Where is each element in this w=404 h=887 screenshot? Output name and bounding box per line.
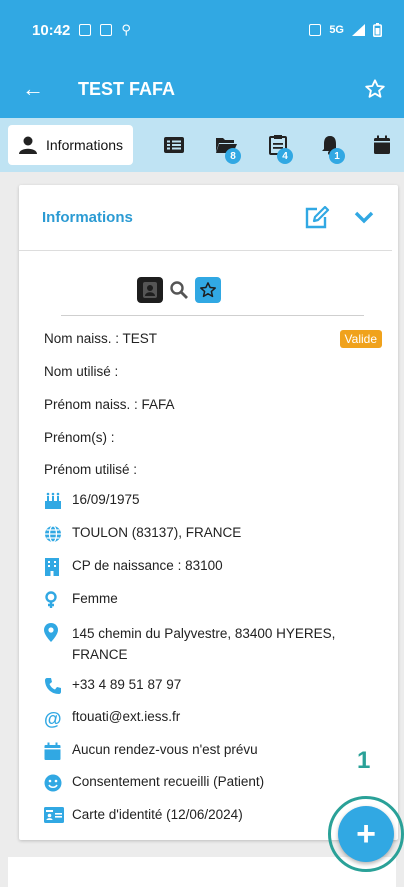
volte-icon	[309, 24, 322, 36]
detail-address: 145 chemin du Palyvestre, 83400 HYERES, …	[44, 623, 335, 665]
birthday-cake-icon	[45, 492, 61, 509]
field-nom-naissance: Nom naiss. : TEST	[44, 331, 157, 346]
tab-list[interactable]	[153, 125, 195, 165]
list-card-icon	[164, 137, 185, 153]
field-prenom-naissance-text: Prénom naiss. : FAFA	[44, 397, 175, 412]
field-prenoms: Prénom(s) :	[44, 430, 115, 445]
person-photo-icon	[142, 282, 157, 298]
id-card-text: Carte d'identité (12/06/2024)	[72, 807, 243, 822]
fab-annotation: 1	[357, 747, 371, 774]
patient-photo[interactable]	[136, 277, 163, 303]
consent-text: Consentement recueilli (Patient)	[72, 774, 265, 789]
battery-icon	[373, 23, 382, 37]
tab-documents[interactable]: 4	[257, 125, 299, 165]
tab-informations[interactable]: Informations	[8, 125, 134, 165]
detail-birth-postal: CP de naissance : 83100	[44, 558, 223, 576]
detail-phone: +33 4 89 51 87 97	[44, 677, 181, 695]
calendar-icon	[374, 135, 391, 154]
calendar-notification-icon	[79, 24, 92, 36]
field-prenom-utilise: Prénom utilisé :	[44, 462, 137, 477]
detail-email: @ ftouati@ext.iess.fr	[44, 709, 180, 730]
address-line1-text: 145 chemin du Palyvestre, 83400 HYERES,	[72, 626, 336, 641]
add-button[interactable]: +	[338, 806, 394, 862]
field-prenom-naissance: Prénom naiss. : FAFA	[44, 397, 175, 412]
status-badge: Valide	[339, 330, 382, 348]
status-bar: 10:42 ⚲ 5G	[0, 0, 404, 60]
map-pin-icon	[44, 623, 58, 642]
person-icon	[19, 136, 37, 154]
search-icon[interactable]	[169, 280, 189, 300]
id-card-icon	[44, 807, 64, 823]
alert-count-badge: 1	[329, 148, 346, 164]
signal-icon	[352, 24, 365, 36]
page-title: TEST FAFA	[78, 78, 176, 99]
gender-text: Femme	[72, 591, 118, 606]
field-nom-utilise: Nom utilisé :	[44, 364, 118, 379]
birth-date-text: 16/09/1975	[72, 492, 140, 507]
globe-icon	[45, 525, 61, 543]
fab-highlight: +	[328, 796, 404, 872]
favorite-star-icon[interactable]	[364, 78, 386, 100]
tab-folders[interactable]: 8	[205, 125, 247, 165]
at-icon: @	[44, 709, 62, 729]
detail-gender: Femme	[44, 591, 118, 609]
tab-alerts[interactable]: 1	[309, 125, 351, 165]
venus-icon	[45, 591, 57, 608]
field-nom-naissance-text: Nom naiss. : TEST	[44, 331, 158, 346]
field-nom-utilise-text: Nom utilisé :	[44, 364, 119, 379]
card-title: Informations	[42, 209, 133, 226]
network-type: 5G	[329, 24, 344, 36]
app-bar: ← TEST FAFA	[0, 60, 404, 118]
detail-birth-date: 16/09/1975	[44, 492, 140, 510]
phone-icon	[45, 678, 61, 694]
divider	[61, 315, 364, 316]
photo-toolbar	[0, 277, 398, 303]
card-header: Informations	[19, 185, 392, 251]
appointments-text: Aucun rendez-vous n'est prévu	[72, 742, 258, 757]
detail-consent: Consentement recueilli (Patient)	[44, 774, 264, 792]
birth-postal-text: CP de naissance : 83100	[72, 558, 223, 573]
favorite-toggle[interactable]	[194, 277, 221, 303]
smile-icon	[44, 774, 62, 792]
address-line2-text: FRANCE	[72, 647, 128, 662]
phone-text[interactable]: +33 4 89 51 87 97	[72, 677, 181, 692]
building-icon	[45, 558, 59, 576]
email-text[interactable]: ftouati@ext.iess.fr	[72, 709, 180, 724]
usb-icon: ⚲	[121, 22, 131, 37]
detail-id-card: Carte d'identité (12/06/2024)	[44, 807, 243, 823]
section-tabs: Informations 8 4 1	[0, 118, 404, 172]
birth-place-text: TOULON (83137), FRANCE	[72, 525, 242, 540]
folder-count-badge: 8	[225, 148, 242, 164]
back-arrow-icon[interactable]: ←	[22, 76, 62, 102]
informations-card: Informations Valide Nom naiss.: TEST No…	[19, 185, 398, 840]
calendar-icon	[44, 742, 61, 760]
status-time: 10:42	[32, 21, 71, 39]
document-count-badge: 4	[277, 148, 294, 164]
field-prenom-utilise-text: Prénom utilisé :	[44, 462, 138, 477]
next-card	[8, 857, 396, 887]
chevron-down-icon[interactable]	[354, 211, 374, 225]
tab-informations-label: Informations	[46, 137, 124, 153]
notification-icon	[100, 24, 113, 36]
star-icon	[199, 282, 216, 298]
detail-birth-place: TOULON (83137), FRANCE	[44, 525, 241, 543]
field-prenoms-text: Prénom(s) :	[44, 430, 115, 445]
edit-icon[interactable]	[304, 205, 330, 230]
detail-appointments: Aucun rendez-vous n'est prévu	[44, 742, 258, 760]
tab-calendar[interactable]	[361, 125, 403, 165]
